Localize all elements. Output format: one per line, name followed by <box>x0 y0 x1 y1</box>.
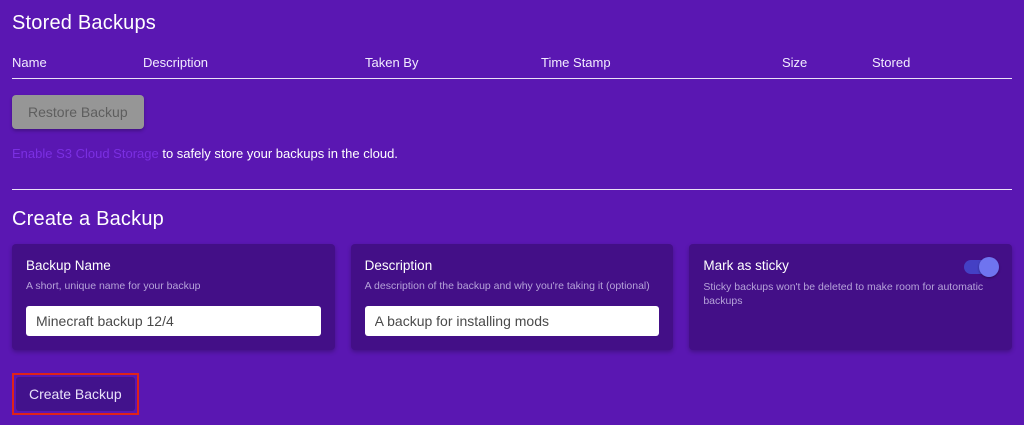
sticky-card-header: Mark as sticky <box>703 258 998 274</box>
backup-name-input[interactable] <box>26 306 321 336</box>
restore-backup-button[interactable]: Restore Backup <box>12 95 144 129</box>
backup-description-hint: A description of the backup and why you'… <box>365 279 660 293</box>
backup-description-card: Description A description of the backup … <box>351 244 674 350</box>
backup-name-hint: A short, unique name for your backup <box>26 279 321 293</box>
backup-description-input[interactable] <box>365 306 660 336</box>
backups-page: Stored Backups Name Description Taken By… <box>0 0 1024 425</box>
mark-as-sticky-label: Mark as sticky <box>703 258 789 273</box>
mark-as-sticky-hint: Sticky backups won't be deleted to make … <box>703 280 998 308</box>
mark-as-sticky-card: Mark as sticky Sticky backups won't be d… <box>689 244 1012 350</box>
column-header-stored: Stored <box>872 55 1012 70</box>
table-header-divider <box>12 78 1012 79</box>
backup-form-cards: Backup Name A short, unique name for you… <box>12 244 1012 350</box>
create-backup-button[interactable]: Create Backup <box>16 377 135 411</box>
column-header-taken-by: Taken By <box>365 55 541 70</box>
backup-description-label: Description <box>365 258 660 273</box>
s3-note-text: to safely store your backups in the clou… <box>159 146 398 161</box>
column-header-size: Size <box>782 55 872 70</box>
section-divider <box>12 189 1012 190</box>
sticky-toggle[interactable] <box>964 260 996 274</box>
column-header-name: Name <box>12 55 143 70</box>
backup-name-card: Backup Name A short, unique name for you… <box>12 244 335 350</box>
action-highlight-box: Create Backup <box>12 373 139 415</box>
backups-table-header: Name Description Taken By Time Stamp Siz… <box>12 55 1012 70</box>
backup-name-label: Backup Name <box>26 258 321 273</box>
column-header-time-stamp: Time Stamp <box>541 55 782 70</box>
create-backup-title: Create a Backup <box>12 208 1012 231</box>
sticky-toggle-knob <box>979 257 999 277</box>
enable-s3-link[interactable]: Enable S3 Cloud Storage <box>12 146 159 161</box>
s3-storage-note: Enable S3 Cloud Storage to safely store … <box>12 146 1012 161</box>
stored-backups-title: Stored Backups <box>12 12 1012 35</box>
column-header-description: Description <box>143 55 365 70</box>
